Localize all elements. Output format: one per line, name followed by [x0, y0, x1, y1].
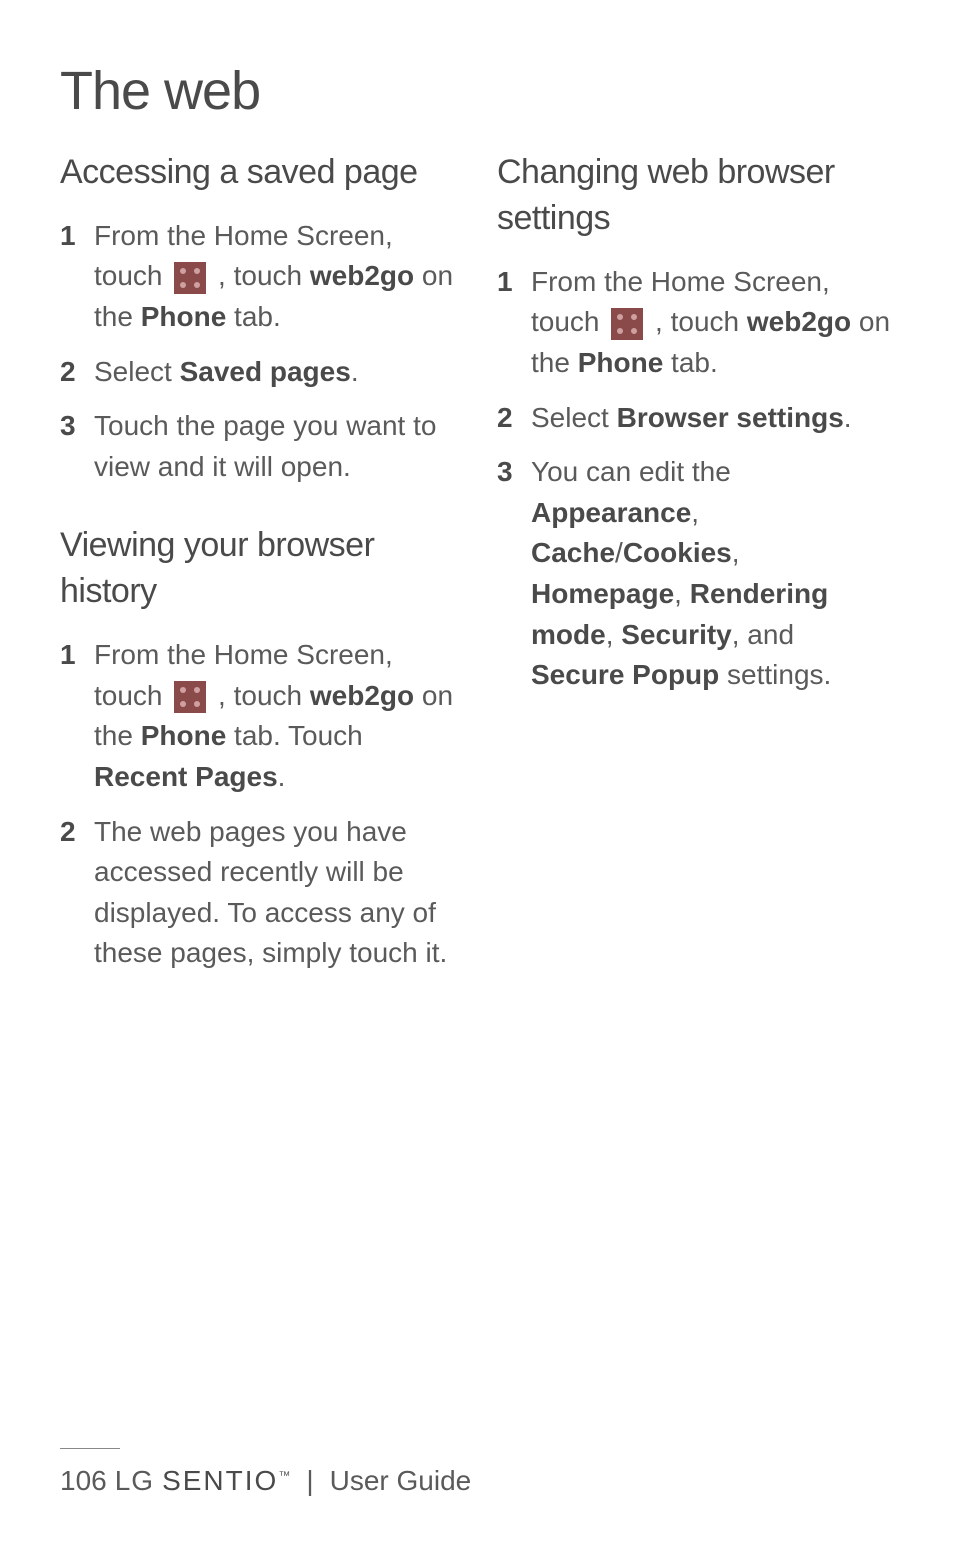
- left-column: Accessing a saved page 1 From the Home S…: [60, 150, 457, 988]
- text: ,: [606, 619, 622, 650]
- list-item: 2 Select Saved pages.: [60, 352, 457, 393]
- text-bold: Secure Popup: [531, 659, 719, 690]
- sentio-text: SENTIO: [162, 1465, 278, 1496]
- list-item: 2 The web pages you have accessed recent…: [60, 812, 457, 974]
- text: settings.: [719, 659, 831, 690]
- list-item: 3 Touch the page you want to view and it…: [60, 406, 457, 487]
- section-title-changing-settings: Changing web browser settings: [497, 150, 894, 242]
- list-item: 1 From the Home Screen, touch , touch we…: [497, 262, 894, 384]
- text-bold: Phone: [578, 347, 664, 378]
- trademark-icon: ™: [278, 1469, 290, 1483]
- text-bold: Saved pages: [180, 356, 351, 387]
- text: You can edit the: [531, 456, 731, 487]
- text-bold: Cache: [531, 537, 615, 568]
- text: tab.: [226, 301, 280, 332]
- text: Select: [531, 402, 617, 433]
- list-number: 3: [60, 406, 78, 487]
- right-column: Changing web browser settings 1 From the…: [497, 150, 894, 988]
- list-item: 3 You can edit the Appearance, Cache/Coo…: [497, 452, 894, 696]
- text: /: [615, 537, 623, 568]
- list-content: The web pages you have accessed recently…: [94, 812, 457, 974]
- list-number: 1: [60, 216, 78, 338]
- section-title-viewing-history: Viewing your browser history: [60, 523, 457, 615]
- apps-icon: [174, 262, 206, 294]
- page-footer: 106 LG SENTIO™ | User Guide: [60, 1448, 894, 1497]
- footer-divider-line: [60, 1448, 120, 1449]
- list-number: 2: [60, 352, 78, 393]
- text: tab.: [663, 347, 717, 378]
- text: , touch: [210, 680, 310, 711]
- footer-divider: |: [306, 1465, 313, 1497]
- text-bold: web2go: [747, 306, 851, 337]
- text-bold: Browser settings: [617, 402, 844, 433]
- list-number: 2: [497, 398, 515, 439]
- list-content: Select Saved pages.: [94, 352, 457, 393]
- text-bold: Phone: [141, 301, 227, 332]
- user-guide-label: User Guide: [330, 1465, 472, 1497]
- list-number: 3: [497, 452, 515, 696]
- list-content: Touch the page you want to view and it w…: [94, 406, 457, 487]
- footer-text: 106 LG SENTIO™ | User Guide: [60, 1465, 894, 1497]
- text: .: [351, 356, 359, 387]
- list-content: You can edit the Appearance, Cache/Cooki…: [531, 452, 894, 696]
- list-number: 1: [497, 262, 515, 384]
- text: .: [278, 761, 286, 792]
- text: ,: [691, 497, 699, 528]
- list-item: 2 Select Browser settings.: [497, 398, 894, 439]
- text-bold: Phone: [141, 720, 227, 751]
- list-content: From the Home Screen, touch , touch web2…: [94, 635, 457, 797]
- page-title: The web: [60, 60, 894, 122]
- text-bold: web2go: [310, 260, 414, 291]
- lg-logo: LG: [115, 1465, 154, 1497]
- text: ,: [674, 578, 690, 609]
- section-title-accessing-saved: Accessing a saved page: [60, 150, 457, 196]
- text: ,: [732, 537, 740, 568]
- list-content: From the Home Screen, touch , touch web2…: [94, 216, 457, 338]
- list-number: 1: [60, 635, 78, 797]
- text: , touch: [647, 306, 747, 337]
- content-columns: Accessing a saved page 1 From the Home S…: [60, 150, 894, 988]
- text: tab. Touch: [226, 720, 362, 751]
- list-content: Select Browser settings.: [531, 398, 894, 439]
- text: , touch: [210, 260, 310, 291]
- text-bold: Homepage: [531, 578, 674, 609]
- text: , and: [732, 619, 794, 650]
- apps-icon: [174, 681, 206, 713]
- text-bold: Appearance: [531, 497, 691, 528]
- list-number: 2: [60, 812, 78, 974]
- list-content: From the Home Screen, touch , touch web2…: [531, 262, 894, 384]
- text: Select: [94, 356, 180, 387]
- apps-icon: [611, 308, 643, 340]
- sentio-brand: SENTIO™: [162, 1465, 290, 1497]
- list-item: 1 From the Home Screen, touch , touch we…: [60, 635, 457, 797]
- page-number: 106: [60, 1465, 107, 1497]
- list-item: 1 From the Home Screen, touch , touch we…: [60, 216, 457, 338]
- text-bold: web2go: [310, 680, 414, 711]
- text-bold: Recent Pages: [94, 761, 278, 792]
- text-bold: Security: [621, 619, 732, 650]
- text: .: [844, 402, 852, 433]
- text-bold: Cookies: [623, 537, 732, 568]
